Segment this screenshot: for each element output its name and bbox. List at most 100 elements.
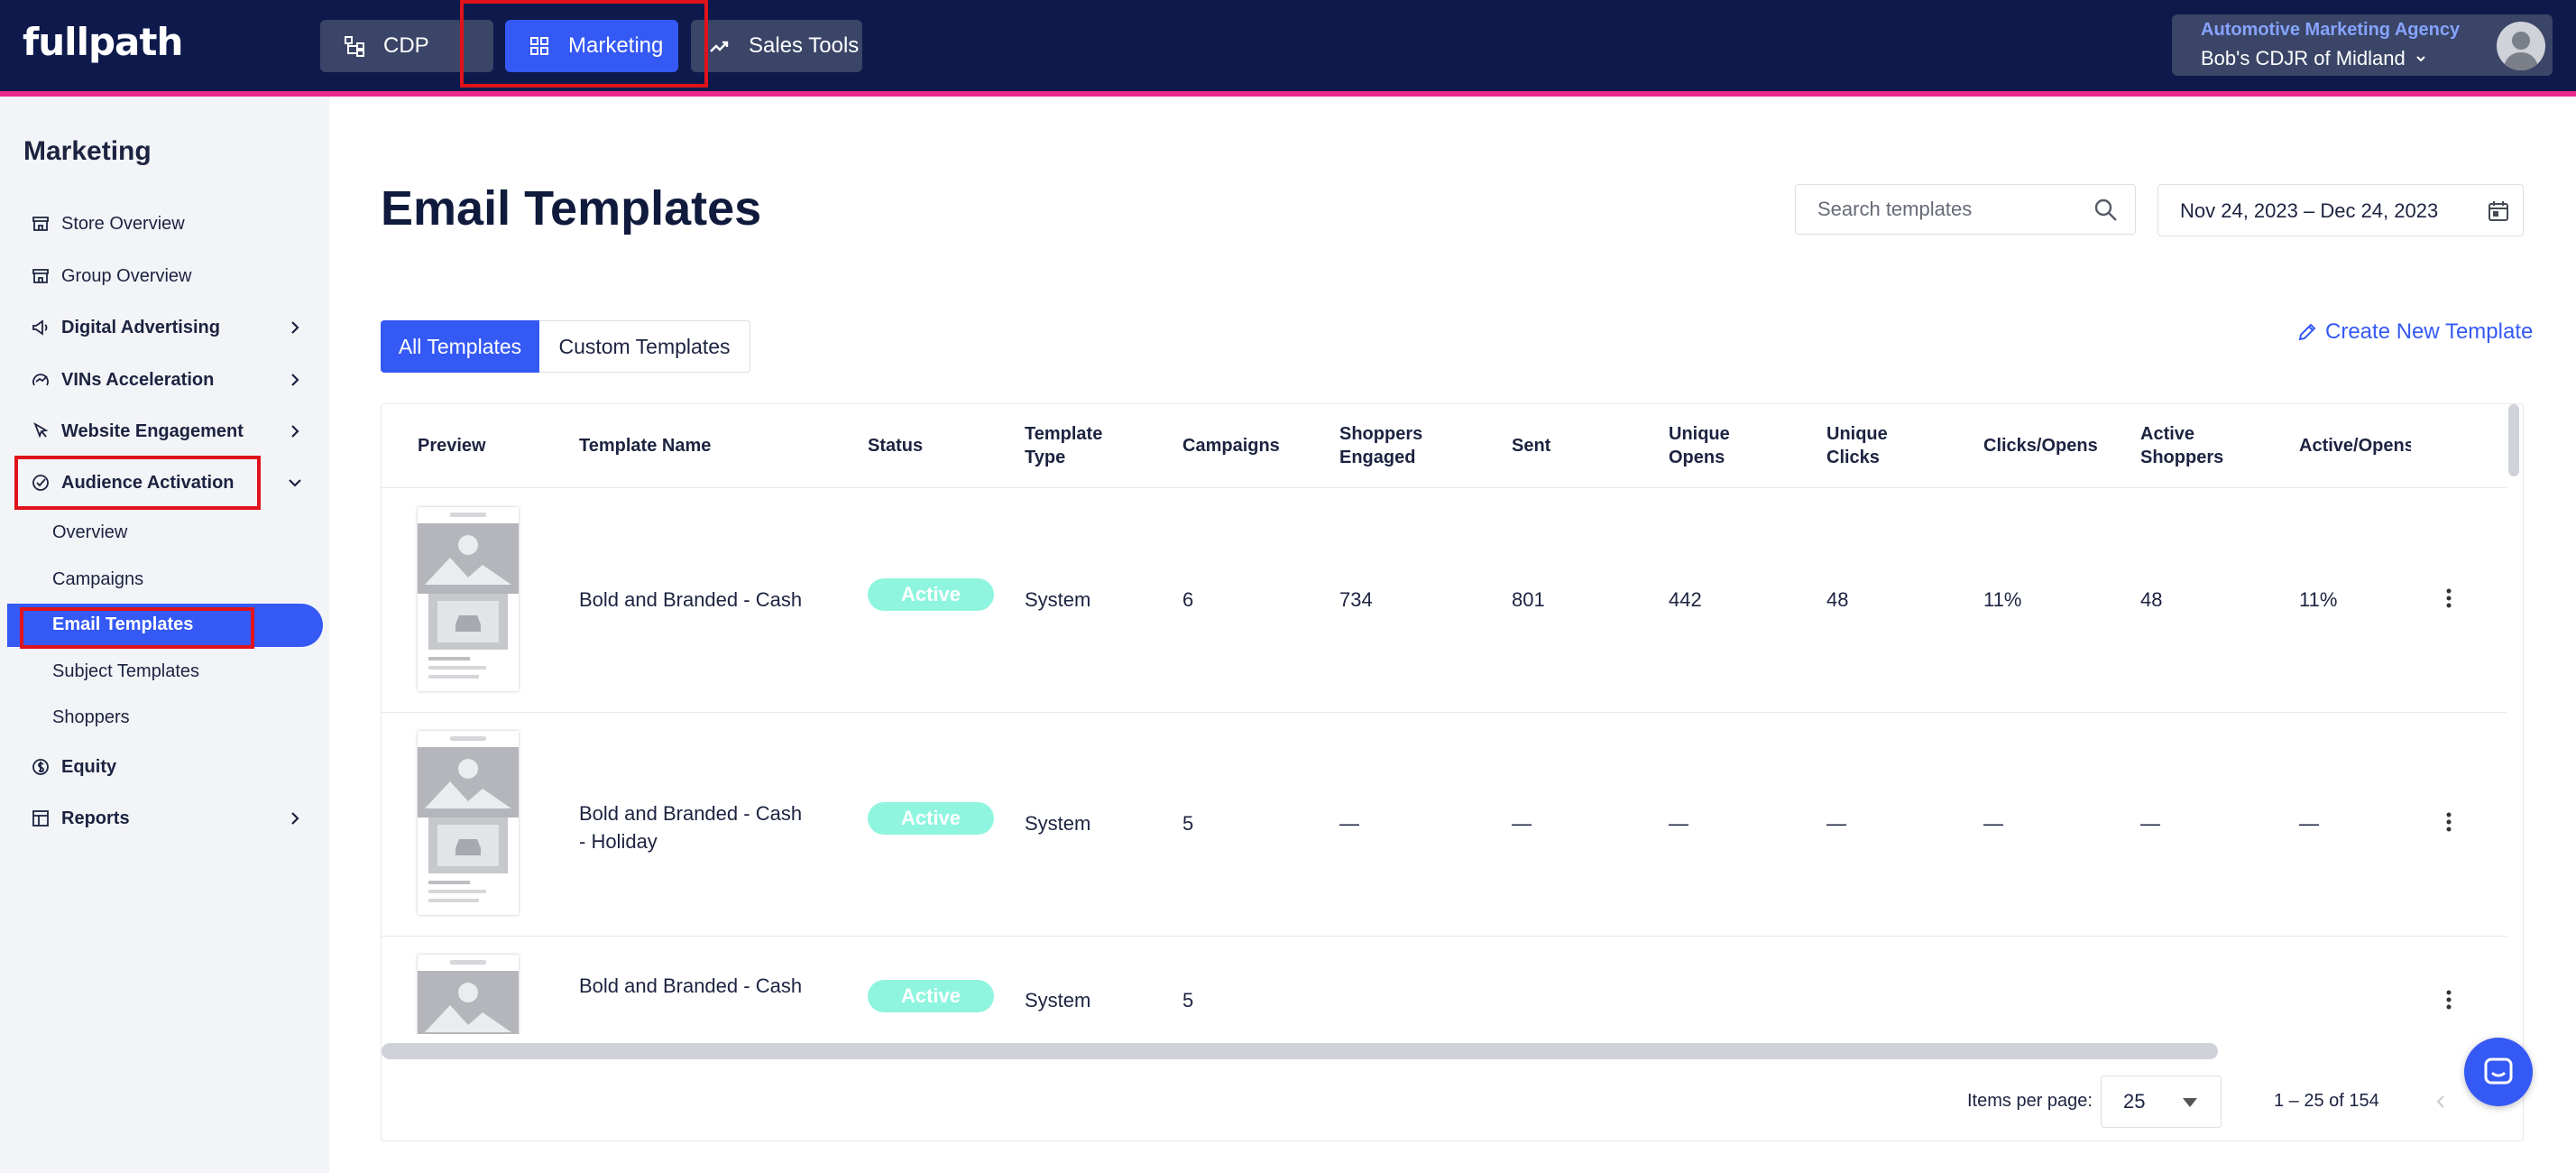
sidebar-sub-email-templates[interactable]: Email Templates: [7, 604, 323, 647]
fullpath-logo[interactable]: fullpath: [23, 20, 183, 64]
sidebar-item-group-overview[interactable]: Group Overview: [0, 256, 329, 296]
col-header-active-shoppers[interactable]: Active Shoppers: [2140, 404, 2223, 487]
col-header-sent[interactable]: Sent: [1512, 404, 1550, 487]
nav-cdp-label: CDP: [383, 33, 429, 58]
email-template-preview-icon: [418, 960, 519, 1034]
header-text: Clicks: [1826, 448, 1880, 467]
avatar[interactable]: [2497, 22, 2545, 70]
col-header-template-type[interactable]: Template Type: [1025, 404, 1102, 487]
sidebar: Marketing Store Overview Group Overview …: [0, 97, 329, 1173]
sidebar-item-vins-acceleration[interactable]: VINs Acceleration: [0, 360, 329, 400]
chevron-down-icon: [2416, 56, 2425, 62]
vertical-scrollbar[interactable]: [2508, 404, 2519, 476]
header-text: Active: [2140, 424, 2195, 444]
col-header-active-opens[interactable]: Active/Opens: [2299, 404, 2411, 487]
filter-custom-templates[interactable]: Custom Templates: [539, 320, 750, 373]
col-header-unique-clicks[interactable]: Unique Clicks: [1826, 404, 1888, 487]
header-text: Preview: [418, 436, 486, 456]
header-text: Unique: [1669, 424, 1730, 444]
header-text: Opens: [1669, 448, 1725, 467]
sidebar-item-label: Equity: [61, 756, 117, 777]
template-preview-thumbnail[interactable]: [418, 507, 519, 691]
col-header-unique-opens[interactable]: Unique Opens: [1669, 404, 1730, 487]
unique-clicks: 48: [1826, 588, 1849, 611]
templates-table: Preview Template Name Status Template Typ…: [381, 403, 2524, 1141]
sidebar-sub-overview[interactable]: Overview: [52, 522, 127, 543]
page-size-value: 25: [2123, 1090, 2146, 1113]
status-badge: Active: [868, 980, 994, 1012]
sidebar-sub-shoppers[interactable]: Shoppers: [52, 707, 130, 728]
col-header-status[interactable]: Status: [868, 404, 923, 487]
store-selector[interactable]: Bob's CDJR of Midland: [2201, 47, 2427, 70]
header-text: Template: [1025, 424, 1103, 444]
caret-down-icon: [2183, 1098, 2197, 1107]
sent-count: —: [1512, 812, 1532, 835]
more-options-icon[interactable]: [2445, 811, 2452, 833]
sidebar-sub-subject-templates[interactable]: Subject Templates: [52, 661, 199, 682]
page-size-select[interactable]: 25: [2101, 1076, 2222, 1128]
account-switcher[interactable]: Automotive Marketing Agency Bob's CDJR o…: [2172, 14, 2553, 76]
sidebar-title: Marketing: [23, 136, 152, 166]
chevron-right-icon: [291, 812, 299, 825]
create-new-template-link[interactable]: Create New Template: [2296, 319, 2533, 345]
sidebar-item-store-overview[interactable]: Store Overview: [0, 204, 329, 244]
pencil-icon: [2298, 323, 2316, 341]
active-opens: —: [2299, 812, 2319, 835]
template-name[interactable]: Bold and Branded - Cash: [579, 974, 802, 998]
date-range-value: Nov 24, 2023 – Dec 24, 2023: [2180, 199, 2439, 222]
sidebar-sub-campaigns[interactable]: Campaigns: [52, 569, 143, 590]
campaigns-count: 5: [1182, 989, 1194, 1011]
col-header-campaigns[interactable]: Campaigns: [1182, 404, 1280, 487]
col-header-preview[interactable]: Preview: [418, 404, 486, 487]
template-preview-thumbnail[interactable]: [418, 955, 519, 1034]
sidebar-item-equity[interactable]: Equity: [0, 747, 329, 787]
template-name[interactable]: Bold and Branded - Cash: [579, 588, 802, 612]
col-header-shoppers-engaged[interactable]: Shoppers Engaged: [1339, 404, 1422, 487]
shoppers-engaged: —: [1339, 812, 1359, 835]
template-name[interactable]: Bold and Branded - Cash - Holiday: [579, 799, 802, 855]
sidebar-item-audience-activation[interactable]: Audience Activation: [0, 463, 329, 503]
horizontal-scrollbar[interactable]: [382, 1043, 2218, 1059]
nav-cdp[interactable]: CDP: [320, 20, 493, 72]
col-header-template-name[interactable]: Template Name: [579, 404, 711, 487]
search-icon[interactable]: [2093, 198, 2119, 223]
sidebar-item-label: Digital Advertising: [61, 317, 220, 337]
clicks-opens: —: [1983, 812, 2003, 835]
agency-name: Automotive Marketing Agency: [2201, 20, 2461, 40]
check-circle-icon: [32, 475, 49, 491]
table-row[interactable]: Bold and Branded - Cash Active System 5: [382, 937, 2507, 1034]
header-text: Template Name: [579, 436, 712, 456]
sidebar-item-reports[interactable]: Reports: [0, 799, 329, 838]
items-per-page-label: Items per page:: [1967, 1091, 2093, 1111]
header-text: Campaigns: [1182, 436, 1280, 456]
col-header-clicks-opens[interactable]: Clicks/Opens: [1983, 404, 2098, 487]
hierarchy-icon: [345, 36, 364, 57]
filter-all-templates[interactable]: All Templates: [381, 320, 539, 373]
sidebar-item-label: Reports: [61, 808, 130, 828]
header-text: Unique: [1826, 424, 1888, 444]
sidebar-item-website-engagement[interactable]: Website Engagement: [0, 411, 329, 451]
email-template-preview-icon: [418, 513, 519, 679]
date-range-picker[interactable]: Nov 24, 2023 – Dec 24, 2023: [2157, 184, 2524, 236]
chat-launcher-button[interactable]: [2464, 1038, 2533, 1106]
nav-sales-tools-label: Sales Tools: [749, 33, 860, 58]
nav-marketing[interactable]: Marketing: [505, 20, 678, 72]
status-badge: Active: [868, 802, 994, 835]
active-shoppers: —: [2140, 812, 2160, 835]
header-text: Shoppers: [1339, 424, 1423, 444]
more-options-icon[interactable]: [2445, 989, 2452, 1011]
unique-opens: —: [1669, 812, 1688, 835]
header-text: Clicks/Opens: [1983, 436, 2098, 456]
chevron-right-icon: [291, 374, 299, 386]
prev-page-icon[interactable]: [2434, 1094, 2447, 1110]
search-input[interactable]: Search templates: [1795, 184, 2136, 235]
sidebar-item-label: Group Overview: [61, 265, 192, 286]
sidebar-item-digital-advertising[interactable]: Digital Advertising: [0, 308, 329, 347]
chevron-down-icon: [289, 479, 301, 487]
nav-sales-tools[interactable]: Sales Tools: [691, 20, 862, 72]
email-template-preview-icon: [418, 736, 519, 902]
more-options-icon[interactable]: [2445, 587, 2452, 609]
template-preview-thumbnail[interactable]: [418, 731, 519, 915]
active-shoppers: 48: [2140, 588, 2163, 611]
calendar-icon[interactable]: [2487, 199, 2510, 223]
